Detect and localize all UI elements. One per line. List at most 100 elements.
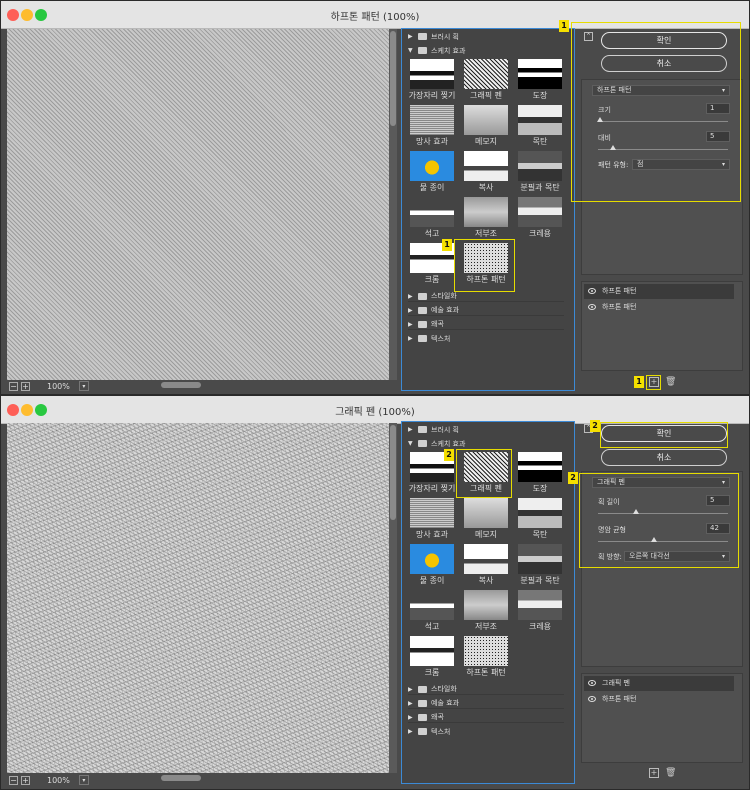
eye-icon[interactable] (588, 696, 596, 702)
filter-thumbnail (410, 498, 454, 528)
zoom-out-icon[interactable]: − (9, 775, 18, 785)
category-texture[interactable]: ▶ 텍스처 (408, 726, 564, 737)
filter-thumbnail (410, 151, 454, 181)
filter-label: 분필과 목탄 (520, 576, 560, 585)
filter-bas-relief[interactable]: 저부조 (460, 197, 512, 243)
category-stylize[interactable]: ▶ 스타일화 (408, 684, 564, 695)
zoom-dropdown-icon[interactable]: ▾ (78, 381, 89, 391)
annotation-badge: 2 (568, 472, 578, 484)
category-stylize[interactable]: ▶ 스타일화 (408, 291, 564, 302)
filter-graphic-pen[interactable]: 그래픽 펜 (460, 59, 512, 105)
preview-canvas[interactable] (7, 423, 389, 773)
category-distort[interactable]: ▶ 왜곡 (408, 319, 564, 330)
effect-layer[interactable]: 그래픽 펜 (584, 676, 734, 691)
filter-conte-crayon[interactable]: 크레용 (514, 590, 566, 636)
filter-thumbnail (518, 151, 562, 181)
category-brush-strokes[interactable]: ▶ 브러시 획 (408, 424, 564, 435)
effect-layers: 그래픽 펜 하프톤 패턴 (581, 673, 743, 763)
trash-icon[interactable]: 🗑 (665, 377, 676, 387)
filter-thumbnail (518, 590, 562, 620)
zoom-in-icon[interactable]: + (21, 775, 30, 785)
category-artistic[interactable]: ▶ 예술 효과 (408, 698, 564, 709)
category-sketch[interactable]: ▼ 스케치 효과 (408, 45, 564, 56)
category-label: 왜곡 (431, 320, 444, 328)
folder-icon (418, 426, 427, 433)
effect-layer[interactable]: 하프톤 패턴 (584, 300, 734, 315)
filter-note-paper[interactable]: 메모지 (460, 105, 512, 151)
category-artistic[interactable]: ▶ 예술 효과 (408, 305, 564, 316)
filter-thumbnail (410, 59, 454, 89)
preview-horizontal-scrollbar[interactable] (101, 381, 389, 389)
filter-gallery: ▶ 브러시 획 ▼ 스케치 효과 가장자리 찢기 그래픽 펜 도장 망사 효과 메모… (401, 28, 575, 391)
filter-thumbnail (464, 544, 508, 574)
filter-charcoal[interactable]: 목탄 (514, 498, 566, 544)
eye-icon[interactable] (588, 680, 596, 686)
scroll-thumb[interactable] (161, 382, 201, 388)
window-title: 하프톤 패턴 (100%) (330, 12, 420, 23)
filter-halftone-pattern[interactable]: 하프톤 패턴 (460, 636, 512, 682)
filter-thumbnail (464, 197, 508, 227)
chevron-right-icon: ▶ (408, 306, 413, 314)
zoom-in-icon[interactable]: + (21, 381, 30, 391)
filter-thumbnail (518, 544, 562, 574)
highlight-box (454, 239, 515, 292)
category-distort[interactable]: ▶ 왜곡 (408, 712, 564, 723)
zoom-dropdown-icon[interactable]: ▾ (78, 775, 89, 785)
scroll-thumb[interactable] (390, 31, 396, 126)
eye-icon[interactable] (588, 304, 596, 310)
filter-reticulation[interactable]: 망사 효과 (406, 105, 458, 151)
filter-thumbnail (410, 636, 454, 666)
filter-charcoal[interactable]: 목탄 (514, 105, 566, 151)
annotation-badge: 2 (444, 449, 454, 461)
effect-layer[interactable]: 하프톤 패턴 (584, 284, 734, 299)
filter-label: 하프톤 패턴 (466, 668, 506, 677)
category-texture[interactable]: ▶ 텍스처 (408, 333, 564, 344)
chevron-right-icon: ▶ (408, 335, 413, 342)
scroll-thumb[interactable] (390, 425, 396, 520)
filter-label: 크레용 (528, 622, 552, 631)
highlight-box (600, 422, 728, 448)
filter-conte-crayon[interactable]: 크레용 (514, 197, 566, 243)
chevron-down-icon: ▼ (408, 440, 413, 447)
layer-label: 그래픽 펜 (602, 679, 630, 687)
filter-chalk-charcoal[interactable]: 분필과 목탄 (514, 544, 566, 590)
preview-vertical-scrollbar[interactable] (389, 29, 397, 380)
preview-horizontal-scrollbar[interactable] (101, 774, 389, 782)
filter-plaster[interactable]: 석고 (406, 197, 458, 243)
zoom-out-icon[interactable]: − (9, 381, 18, 391)
filter-bas-relief[interactable]: 저부조 (460, 590, 512, 636)
filter-thumbnail (518, 452, 562, 482)
folder-icon (418, 335, 427, 342)
filter-water-paper[interactable]: 물 종이 (406, 151, 458, 197)
filter-note-paper[interactable]: 메모지 (460, 498, 512, 544)
filter-stamp[interactable]: 도장 (514, 59, 566, 105)
filter-thumbnail (410, 105, 454, 135)
category-brush-strokes[interactable]: ▶ 브러시 획 (408, 31, 564, 42)
scroll-thumb[interactable] (161, 775, 201, 781)
trash-icon[interactable]: 🗑 (665, 768, 676, 778)
category-label: 브러시 획 (431, 32, 459, 41)
filter-plaster[interactable]: 석고 (406, 590, 458, 636)
filter-torn-edges[interactable]: 가장자리 찢기 (406, 59, 458, 105)
filter-photocopy[interactable]: 복사 (460, 544, 512, 590)
effect-layers: 하프톤 패턴 하프톤 패턴 (581, 281, 743, 371)
filter-chalk-charcoal[interactable]: 분필과 목탄 (514, 151, 566, 197)
chevron-right-icon: ▶ (408, 728, 413, 735)
eye-icon[interactable] (588, 288, 596, 294)
filter-thumbnail (518, 197, 562, 227)
new-effect-layer-icon[interactable]: + (649, 768, 659, 778)
category-sketch[interactable]: ▼ 스케치 효과 (408, 438, 564, 449)
filter-water-paper[interactable]: 물 종이 (406, 544, 458, 590)
folder-icon (418, 713, 427, 721)
filter-photocopy[interactable]: 복사 (460, 151, 512, 197)
cancel-button[interactable]: 취소 (601, 449, 727, 466)
effect-layer[interactable]: 하프톤 패턴 (584, 692, 734, 707)
chevron-right-icon: ▶ (408, 320, 413, 328)
filter-chrome[interactable]: 크롬 (406, 636, 458, 682)
preview-vertical-scrollbar[interactable] (389, 423, 397, 773)
category-label: 예술 효과 (431, 699, 459, 707)
preview-canvas[interactable] (7, 29, 389, 380)
filter-stamp[interactable]: 도장 (514, 452, 566, 498)
filter-reticulation[interactable]: 망사 효과 (406, 498, 458, 544)
folder-icon (418, 728, 427, 735)
